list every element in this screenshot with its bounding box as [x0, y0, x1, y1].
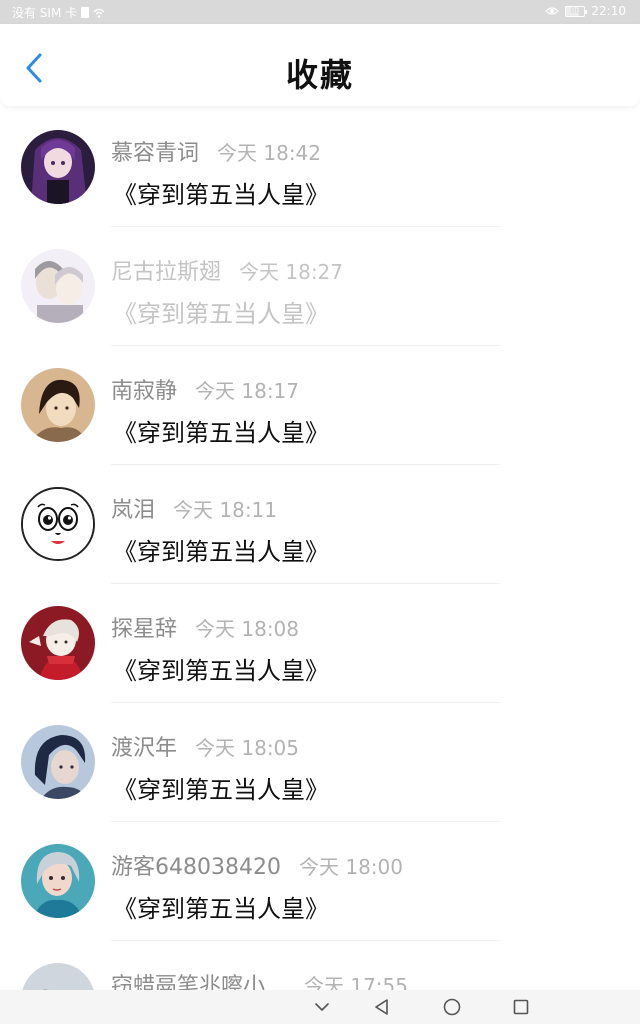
list-item[interactable]: 岚泪 今天 18:11 《穿到第五当人皇》: [0, 465, 640, 584]
user-name[interactable]: 岚泪: [111, 492, 155, 524]
circle-home-icon[interactable]: [442, 997, 462, 1017]
list-item[interactable]: 尼古拉斯翅 今天 18:27 《穿到第五当人皇》: [0, 227, 640, 346]
book-title[interactable]: 《穿到第五当人皇》: [113, 889, 329, 924]
list-item[interactable]: 游客648038420 今天 18:00 《穿到第五当人皇》: [0, 822, 640, 941]
timestamp: 今天 18:05: [195, 736, 300, 760]
status-bar: 没有 SIM 卡 86 22:10: [0, 0, 640, 24]
book-title[interactable]: 《穿到第五当人皇》: [113, 651, 329, 686]
timestamp: 今天 18:00: [298, 855, 403, 879]
chevron-down-icon[interactable]: [312, 997, 332, 1017]
user-name[interactable]: 尼古拉斯翅: [111, 254, 221, 286]
list-item[interactable]: 渡沢年 今天 18:05 《穿到第五当人皇》: [0, 703, 640, 822]
book-title[interactable]: 《穿到第五当人皇》: [113, 532, 329, 567]
avatar[interactable]: [21, 487, 95, 561]
avatar-image: [21, 725, 95, 799]
timestamp: 今天 18:42: [217, 141, 322, 165]
avatar-image: [23, 489, 93, 559]
battery-text: 86: [570, 5, 581, 15]
user-name[interactable]: 渡沢年: [111, 730, 177, 762]
list-item[interactable]: 探星辞 今天 18:08 《穿到第五当人皇》: [0, 584, 640, 703]
avatar[interactable]: [21, 130, 95, 204]
system-nav-bar: [0, 990, 640, 1024]
battery-icon: 86: [565, 5, 588, 17]
item-meta: 岚泪 今天 18:11: [111, 492, 277, 524]
user-name[interactable]: 游客648038420: [111, 849, 281, 881]
favorites-screen: 没有 SIM 卡 86 22:10 收藏 慕容青词 今天 18:42 《穿到第五…: [0, 0, 640, 1024]
item-meta: 探星辞 今天 18:08: [111, 611, 299, 643]
book-title[interactable]: 《穿到第五当人皇》: [113, 770, 329, 805]
timestamp: 今天 18:08: [195, 617, 300, 641]
eye-icon: [545, 7, 560, 15]
timestamp: 今天 18:17: [195, 379, 300, 403]
book-title[interactable]: 《穿到第五当人皇》: [113, 294, 329, 329]
header: 收藏: [0, 24, 640, 106]
list-item[interactable]: 南寂静 今天 18:17 《穿到第五当人皇》: [0, 346, 640, 465]
sim-icon: [81, 7, 90, 18]
triangle-back-icon[interactable]: [372, 997, 392, 1017]
book-title[interactable]: 《穿到第五当人皇》: [113, 175, 329, 210]
avatar[interactable]: [21, 844, 95, 918]
avatar-image: [21, 130, 95, 204]
timestamp: 今天 18:27: [239, 260, 344, 284]
avatar[interactable]: [21, 606, 95, 680]
item-meta: 南寂静 今天 18:17: [111, 373, 299, 405]
user-name[interactable]: 慕容青词: [111, 135, 199, 167]
user-name[interactable]: 南寂静: [111, 373, 177, 405]
book-title[interactable]: 《穿到第五当人皇》: [113, 413, 329, 448]
item-meta: 慕容青词 今天 18:42: [111, 135, 321, 167]
item-meta: 游客648038420 今天 18:00: [111, 849, 403, 881]
wifi-icon: [93, 8, 105, 18]
clock: 22:10: [591, 4, 626, 18]
status-right: 86 22:10: [545, 4, 626, 18]
carrier-text: 没有 SIM 卡: [12, 6, 78, 20]
avatar-image: [21, 368, 95, 442]
status-left: 没有 SIM 卡: [12, 4, 105, 21]
timestamp: 今天 18:11: [173, 498, 278, 522]
avatar[interactable]: [21, 725, 95, 799]
item-meta: 尼古拉斯翅 今天 18:27: [111, 254, 343, 286]
list-item[interactable]: 慕容青词 今天 18:42 《穿到第五当人皇》: [0, 108, 640, 227]
user-name[interactable]: 探星辞: [111, 611, 177, 643]
avatar[interactable]: [21, 249, 95, 323]
avatar-image: [21, 606, 95, 680]
page-title: 收藏: [285, 56, 354, 94]
avatar-image: [21, 249, 95, 323]
avatar[interactable]: [21, 368, 95, 442]
item-meta: 渡沢年 今天 18:05: [111, 730, 299, 762]
avatar-image: [21, 844, 95, 918]
square-recents-icon[interactable]: [511, 997, 531, 1017]
favorites-list: 慕容青词 今天 18:42 《穿到第五当人皇》 尼古拉斯翅 今天 18:27 《…: [0, 108, 640, 1024]
